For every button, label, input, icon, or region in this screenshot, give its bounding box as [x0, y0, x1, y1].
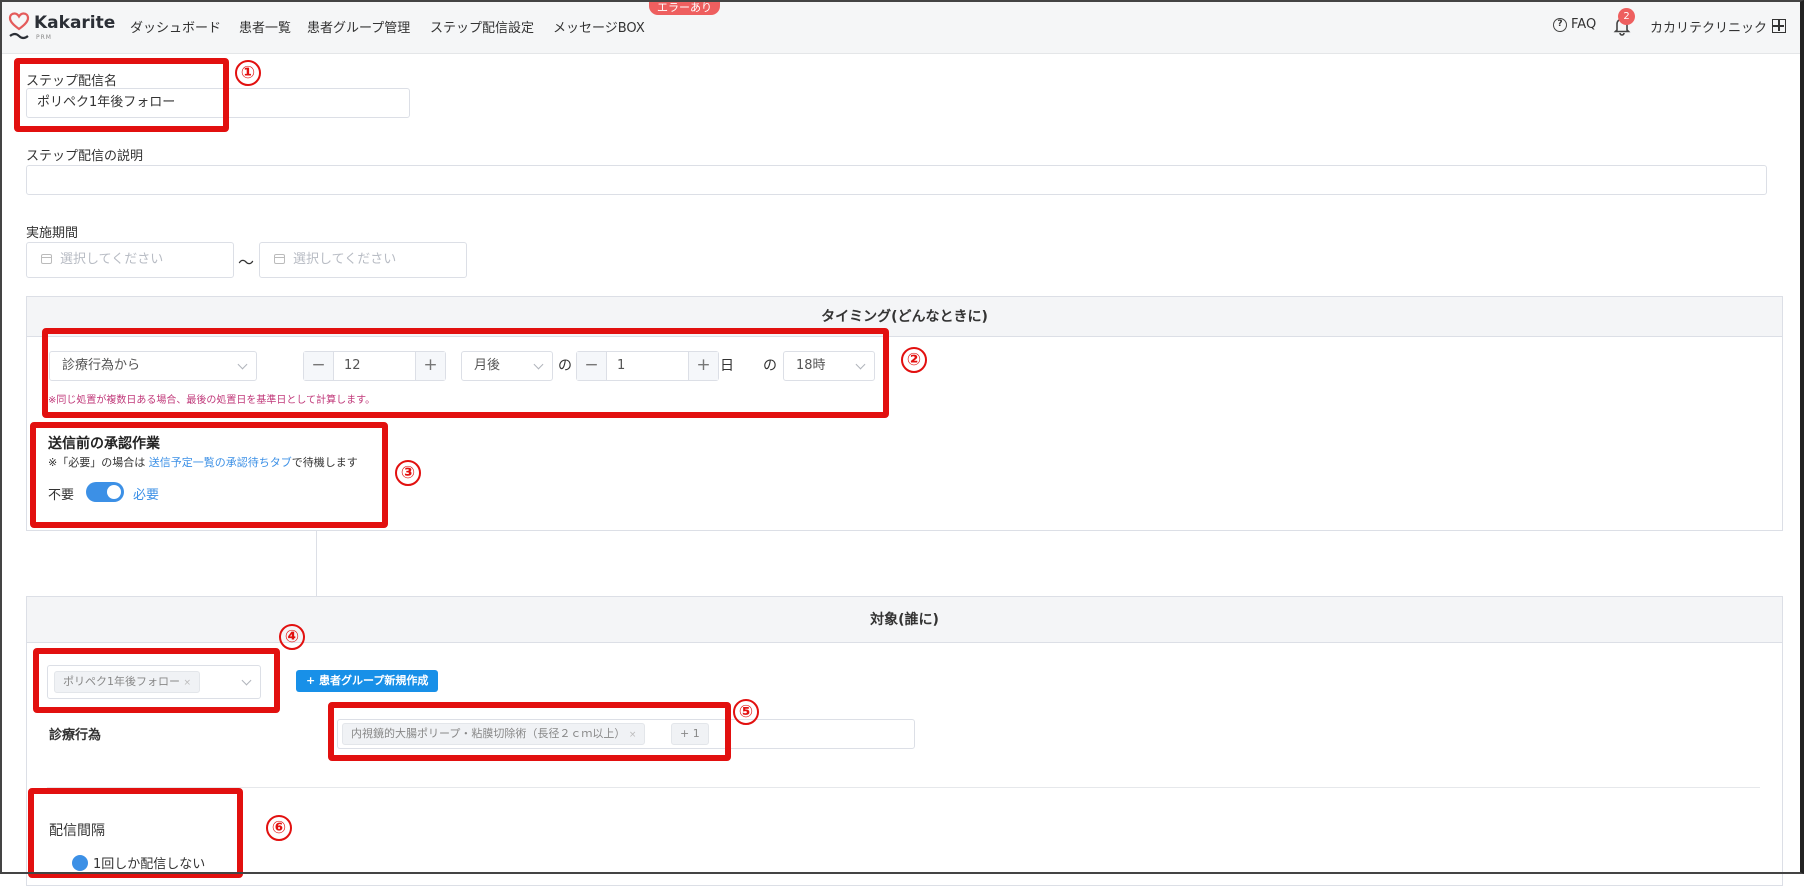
annotation-number-1: ① [235, 60, 261, 86]
error-badge: エラーあり [649, 0, 720, 15]
patient-group-tag: ポリペク1年後フォロー × [54, 670, 201, 693]
period-end-placeholder: 選択してください [293, 252, 397, 267]
tag-close-icon[interactable]: × [629, 730, 637, 740]
period-start-input[interactable]: 選択してください [26, 242, 234, 278]
brand-name: Kakarite [34, 13, 116, 33]
calendar-icon [274, 254, 285, 264]
medical-action-more[interactable]: + 1 [671, 723, 709, 745]
top-navbar: Kakarite PRM ダッシュボード 患者一覧 患者グループ管理 ステップ配… [2, 0, 1800, 54]
new-patient-group-button[interactable]: + 患者グループ新規作成 [296, 670, 439, 692]
no-label-2: の [763, 358, 777, 374]
section-divider [47, 787, 1760, 788]
unit-value: 月後 [474, 358, 501, 373]
chevron-down-icon [855, 359, 866, 370]
timing-panel-title: タイミング(どんなときに) [27, 297, 1782, 337]
toggle-knob [107, 485, 121, 499]
nav-dashboard[interactable]: ダッシュボード [130, 17, 221, 36]
step-name-input[interactable]: ポリペク1年後フォロー [26, 88, 410, 118]
description-input[interactable] [26, 165, 1767, 195]
annotation-number-2: ② [901, 347, 927, 373]
clinic-name[interactable]: カカリテクリニック [1650, 17, 1767, 36]
minus-button[interactable]: − [304, 352, 334, 380]
time-value: 18時 [796, 358, 826, 373]
help-circle-icon: ? [1553, 17, 1567, 32]
patient-group-select[interactable]: ポリペク1年後フォロー × [47, 665, 261, 699]
nav-message-box[interactable]: メッセージBOX [553, 17, 645, 36]
approval-toggle[interactable] [86, 482, 124, 502]
toggle-off-label: 不要 [48, 488, 75, 503]
annotation-number-6: ⑥ [266, 815, 292, 841]
grid-menu-icon[interactable] [1772, 19, 1786, 33]
medical-action-tag: 内視鏡的大腸ポリープ・粘膜切除術（長径２ｃｍ以上） × [342, 723, 646, 745]
tag-close-icon[interactable]: × [184, 678, 192, 688]
timing-note: ※同じ処置が複数日ある場合、最後の処置日を基準日として計算します。 [48, 395, 376, 406]
chevron-down-icon [533, 359, 544, 370]
medical-action-label: 診療行為 [49, 728, 102, 743]
timing-base-select[interactable]: 診療行為から [49, 351, 257, 381]
day-label: 日 [720, 358, 734, 374]
step-name-label: ステップ配信名 [26, 74, 118, 89]
chevron-down-icon [237, 359, 248, 370]
period-separator: 〜 [238, 253, 255, 272]
nav-patient-group[interactable]: 患者グループ管理 [307, 17, 410, 36]
nav-patient-list[interactable]: 患者一覧 [239, 17, 291, 36]
unit-select[interactable]: 月後 [461, 351, 553, 381]
time-select[interactable]: 18時 [783, 351, 875, 381]
calendar-icon [41, 254, 52, 264]
annotation-number-5: ⑤ [733, 699, 759, 725]
plus-button[interactable]: + [688, 352, 718, 380]
interval-label: 配信間隔 [49, 823, 105, 839]
heart-logo-icon [8, 12, 30, 42]
nav-step-delivery[interactable]: ステップ配信設定 [430, 17, 534, 36]
months-stepper[interactable]: − 12 + [303, 351, 446, 381]
approval-note-post: で待機します [291, 456, 358, 469]
approval-title: 送信前の承認作業 [48, 436, 160, 452]
timing-panel: タイミング(どんなときに) [26, 296, 1783, 531]
toggle-on-label: 必要 [133, 488, 160, 503]
timing-base-value: 診療行為から [62, 358, 141, 373]
medical-action-tag-label: 内視鏡的大腸ポリープ・粘膜切除術（長径２ｃｍ以上） [351, 727, 626, 740]
interval-radio[interactable] [72, 855, 88, 871]
description-label: ステップ配信の説明 [26, 149, 144, 164]
period-label: 実施期間 [26, 226, 79, 241]
period-end-input[interactable]: 選択してください [259, 242, 467, 278]
notification-count-badge: 2 [1618, 8, 1635, 25]
annotation-number-3: ③ [395, 460, 421, 486]
faq-link[interactable]: ? FAQ [1553, 17, 1596, 32]
panel-connector [316, 531, 317, 596]
period-start-placeholder: 選択してください [60, 252, 164, 267]
chevron-down-icon [241, 675, 252, 686]
brand-sub: PRM [36, 34, 52, 41]
no-label-1: の [558, 358, 572, 374]
approval-note-pre: ※「必要」の場合は [48, 456, 149, 469]
months-value[interactable]: 12 [334, 352, 415, 380]
approval-note: ※「必要」の場合は 送信予定一覧の承認待ちタブで待機します [48, 454, 358, 470]
plus-button[interactable]: + [415, 352, 445, 380]
approval-tab-link[interactable]: 送信予定一覧の承認待ちタブ [149, 456, 292, 469]
faq-label: FAQ [1571, 17, 1597, 32]
patient-group-tag-label: ポリペク1年後フォロー [63, 674, 180, 688]
minus-button[interactable]: − [577, 352, 607, 380]
kakarite-logo[interactable]: Kakarite PRM [8, 12, 115, 42]
interval-option-label: 1回しか配信しない [93, 857, 206, 872]
day-value[interactable]: 1 [607, 352, 688, 380]
annotation-number-4: ④ [279, 624, 305, 650]
day-stepper[interactable]: − 1 + [576, 351, 719, 381]
